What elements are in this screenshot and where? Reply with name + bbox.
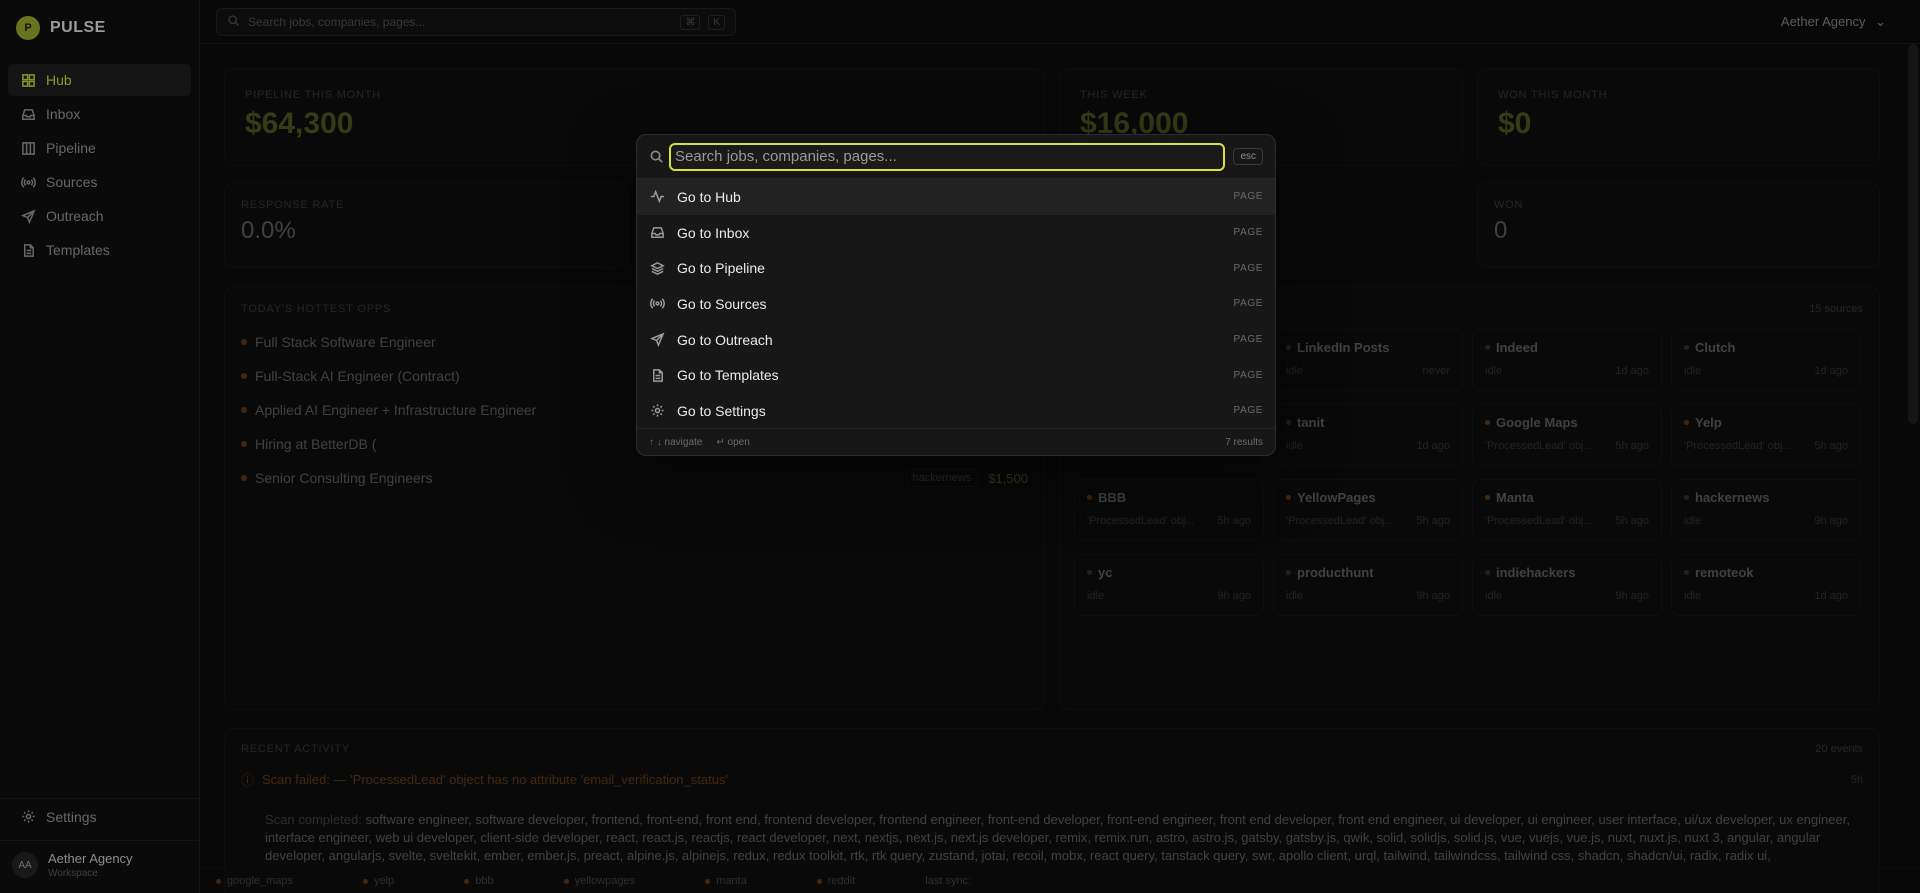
command-palette: esc Go to Hub PAGE Go to Inbox PAGE Go t…: [636, 134, 1276, 456]
search-icon: [649, 149, 665, 165]
palette-search-input[interactable]: [669, 142, 1226, 171]
palette-header: esc: [637, 135, 1275, 179]
layers-icon: [649, 260, 665, 276]
gear-icon: [649, 403, 665, 419]
palette-results: Go to Hub PAGE Go to Inbox PAGE Go to Pi…: [637, 179, 1275, 429]
inbox-icon: [649, 225, 665, 241]
footer-open-hint: ↵ open: [716, 436, 750, 448]
file-icon: [649, 367, 665, 383]
palette-item-templates[interactable]: Go to Templates PAGE: [637, 357, 1275, 393]
results-count: 7 results: [1225, 436, 1263, 448]
palette-item-sources[interactable]: Go to Sources PAGE: [637, 286, 1275, 322]
activity-icon: [649, 189, 665, 205]
palette-item-pipeline[interactable]: Go to Pipeline PAGE: [637, 250, 1275, 286]
palette-item-hub[interactable]: Go to Hub PAGE: [637, 179, 1275, 215]
footer-navigate-hint: ↑ ↓ navigate: [649, 436, 703, 448]
send-icon: [649, 332, 665, 348]
palette-footer: ↑ ↓ navigate ↵ open 7 results: [637, 428, 1275, 455]
broadcast-icon: [649, 296, 665, 312]
palette-item-inbox[interactable]: Go to Inbox PAGE: [637, 215, 1275, 251]
palette-item-settings[interactable]: Go to Settings PAGE: [637, 393, 1275, 429]
palette-item-outreach[interactable]: Go to Outreach PAGE: [637, 322, 1275, 358]
esc-key[interactable]: esc: [1233, 148, 1263, 165]
